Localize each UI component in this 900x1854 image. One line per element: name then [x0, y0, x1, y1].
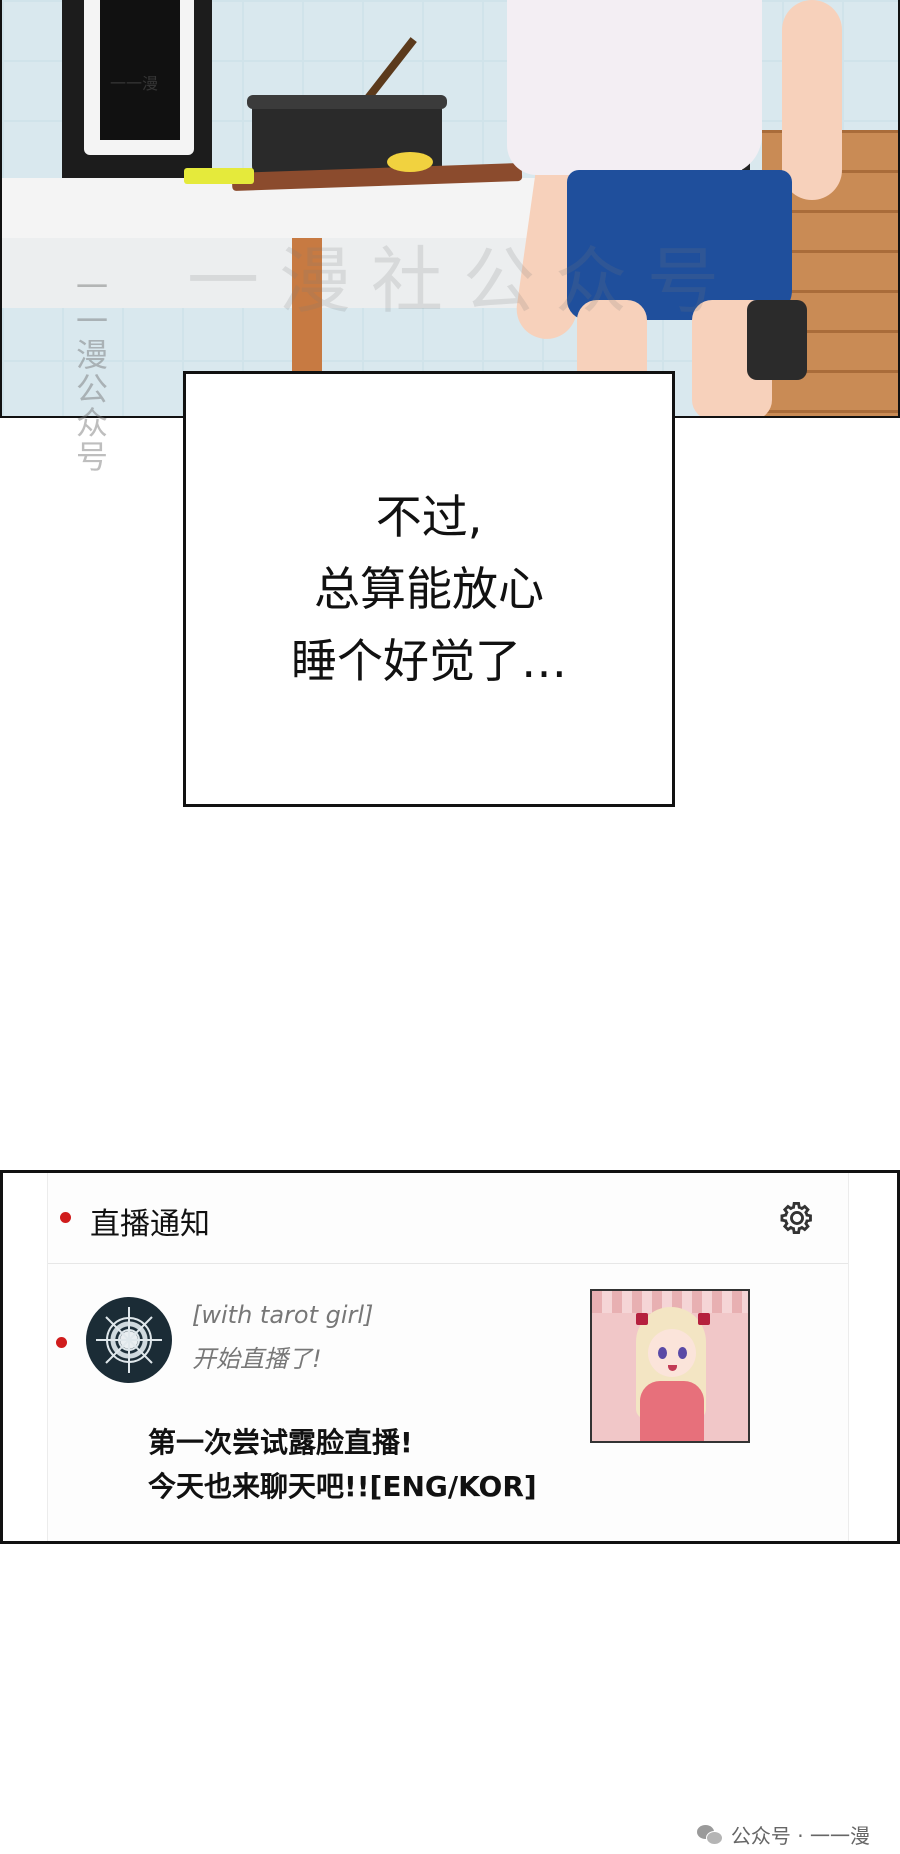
- side-watermark: 一一漫公众号: [71, 270, 109, 474]
- snowflake-emblem-icon: [96, 1307, 162, 1373]
- watermark-overlay: 一漫社公众号: [187, 239, 740, 323]
- sponge: [184, 168, 254, 184]
- item-unread-dot: [56, 1337, 67, 1348]
- bag: [747, 300, 807, 380]
- footer-text: 公众号 · 一一漫: [730, 1824, 870, 1848]
- stream-thumbnail[interactable]: [590, 1289, 750, 1443]
- pot-rim: [247, 95, 447, 109]
- footer-source: 公众号 · 一一漫: [696, 1820, 870, 1849]
- person-arm-right: [782, 0, 842, 200]
- live-status: 开始直播了!: [192, 1345, 322, 1373]
- speech-line-3: 睡个好觉了…: [291, 634, 567, 688]
- notification-title: 直播通知: [90, 1207, 210, 1242]
- avatar[interactable]: [86, 1297, 172, 1383]
- stream-title[interactable]: 第一次尝试露脸直播! 今天也来聊天吧!![ENG/KOR]: [148, 1421, 537, 1509]
- lemon-slices: [387, 152, 433, 172]
- stream-title-line-1: 第一次尝试露脸直播!: [148, 1426, 413, 1459]
- speech-box: 不过, 总算能放心 睡个好觉了…: [183, 371, 675, 807]
- speech-line-2: 总算能放心: [314, 562, 544, 616]
- microwave: [62, 0, 212, 190]
- gear-icon[interactable]: [778, 1199, 816, 1237]
- header-unread-dot: [60, 1212, 71, 1223]
- comic-panel-top: 一漫社公众号 一一漫: [0, 0, 900, 418]
- person-shirt: [507, 0, 762, 175]
- wechat-icon: [696, 1824, 723, 1845]
- live-notification-panel: 直播通知 [with tarot girl] 开始直播了! 第一次尝试露脸直播!…: [0, 1170, 900, 1544]
- speech-line-1: 不过,: [375, 490, 483, 544]
- notification-card[interactable]: 直播通知 [with tarot girl] 开始直播了! 第一次尝试露脸直播!…: [47, 1173, 849, 1541]
- notification-header: 直播通知: [48, 1173, 848, 1264]
- streamer-name[interactable]: [with tarot girl]: [192, 1301, 373, 1329]
- stream-title-line-2: 今天也来聊天吧!![ENG/KOR]: [148, 1470, 537, 1503]
- watermark-small: 一一漫: [110, 74, 159, 93]
